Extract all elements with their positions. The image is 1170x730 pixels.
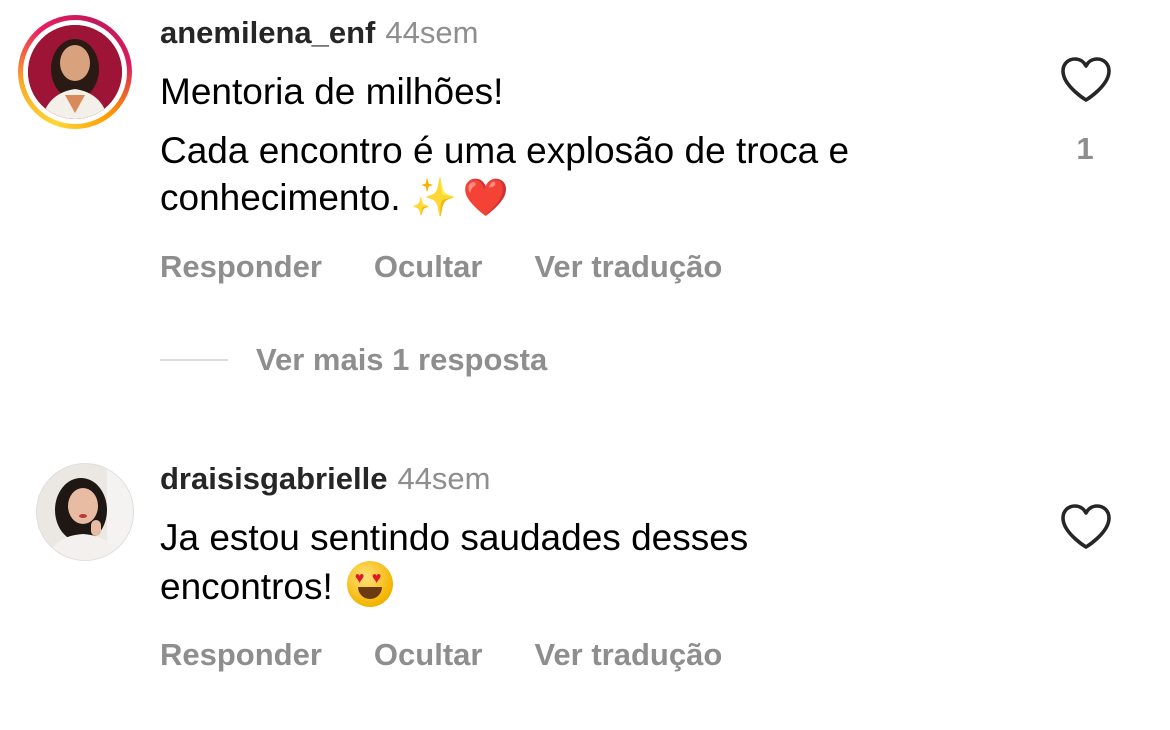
comment-text: encontros!: [160, 566, 333, 607]
comment-header: anemilena_enf 44sem: [160, 15, 478, 51]
comment-text-line: encontros! ♥ ♥: [160, 561, 393, 610]
avatar[interactable]: [36, 463, 134, 561]
view-more-replies-button[interactable]: Ver mais 1 resposta: [160, 342, 547, 378]
sparkles-emoji: ✨: [410, 177, 457, 218]
comment-text-line: conhecimento. ✨ ❤️: [160, 174, 509, 221]
username[interactable]: anemilena_enf: [160, 15, 375, 50]
comment-item: anemilena_enf 44sem Mentoria de milhões! …: [0, 0, 1170, 420]
divider: [160, 359, 228, 361]
timestamp: 44sem: [385, 15, 479, 50]
comment-text-line: Mentoria de milhões!: [160, 71, 504, 112]
username[interactable]: draisisgabrielle: [160, 461, 387, 496]
view-more-replies-label: Ver mais 1 resposta: [256, 342, 548, 377]
comment-actions: Responder Ocultar Ver tradução: [160, 249, 774, 285]
heart-outline-icon[interactable]: [1059, 503, 1113, 551]
comment-item: draisisgabrielle 44sem Ja estou sentindo …: [0, 445, 1170, 730]
heart-outline-icon[interactable]: [1059, 56, 1113, 104]
translate-button[interactable]: Ver tradução: [534, 637, 722, 673]
hide-button[interactable]: Ocultar: [374, 249, 483, 285]
reply-button[interactable]: Responder: [160, 637, 322, 673]
comment-text-line: Cada encontro é uma explosão de troca e: [160, 130, 850, 171]
comment-header: draisisgabrielle 44sem: [160, 461, 491, 497]
comment-actions: Responder Ocultar Ver tradução: [160, 637, 774, 673]
like-count: 1: [1076, 131, 1094, 166]
timestamp: 44sem: [397, 461, 491, 496]
reply-button[interactable]: Responder: [160, 249, 322, 285]
comment-text: conhecimento.: [160, 177, 401, 218]
red-heart-emoji: ❤️: [462, 177, 509, 218]
comment-text-line: Ja estou sentindo saudades desses: [160, 517, 749, 558]
avatar[interactable]: [18, 15, 132, 129]
translate-button[interactable]: Ver tradução: [534, 249, 722, 285]
heart-eyes-emoji: ♥ ♥: [346, 561, 393, 607]
hide-button[interactable]: Ocultar: [374, 637, 483, 673]
